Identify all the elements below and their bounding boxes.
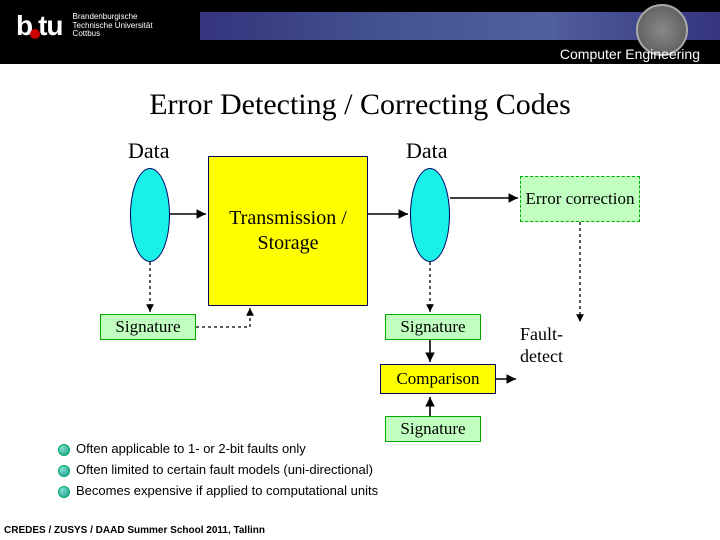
signature-box-right: Signature	[385, 314, 481, 340]
logo-mark: btu	[16, 10, 63, 42]
bullet-item: Often applicable to 1- or 2-bit faults o…	[58, 441, 458, 458]
label-data-right: Data	[406, 138, 448, 164]
diagram: Data Data Transmission / Storage Error c…	[10, 138, 710, 448]
label-data-left: Data	[128, 138, 170, 164]
signature-box-left: Signature	[100, 314, 196, 340]
slide-title: Error Detecting / Correcting Codes	[0, 88, 720, 122]
transmission-box: Transmission / Storage	[208, 156, 368, 306]
comparison-box: Comparison	[380, 364, 496, 394]
data-ellipse-right	[410, 168, 450, 262]
signature-box-bottom: Signature	[385, 416, 481, 442]
bullet-item: Often limited to certain fault models (u…	[58, 462, 458, 479]
logo-subtitle: Brandenburgische Technische Universität …	[73, 13, 153, 39]
fault-detect-label: Fault- detect	[520, 324, 563, 367]
logo: btu Brandenburgische Technische Universi…	[16, 10, 153, 42]
bullet-list: Often applicable to 1- or 2-bit faults o…	[58, 441, 458, 504]
error-correction-box: Error correction	[520, 176, 640, 222]
data-ellipse-left	[130, 168, 170, 262]
bullet-item: Becomes expensive if applied to computat…	[58, 483, 458, 500]
slide-header: btu Brandenburgische Technische Universi…	[0, 0, 720, 64]
department-label: Computer Engineering	[560, 46, 700, 62]
footer-text: CREDES / ZUSYS / DAAD Summer School 2011…	[4, 525, 265, 536]
